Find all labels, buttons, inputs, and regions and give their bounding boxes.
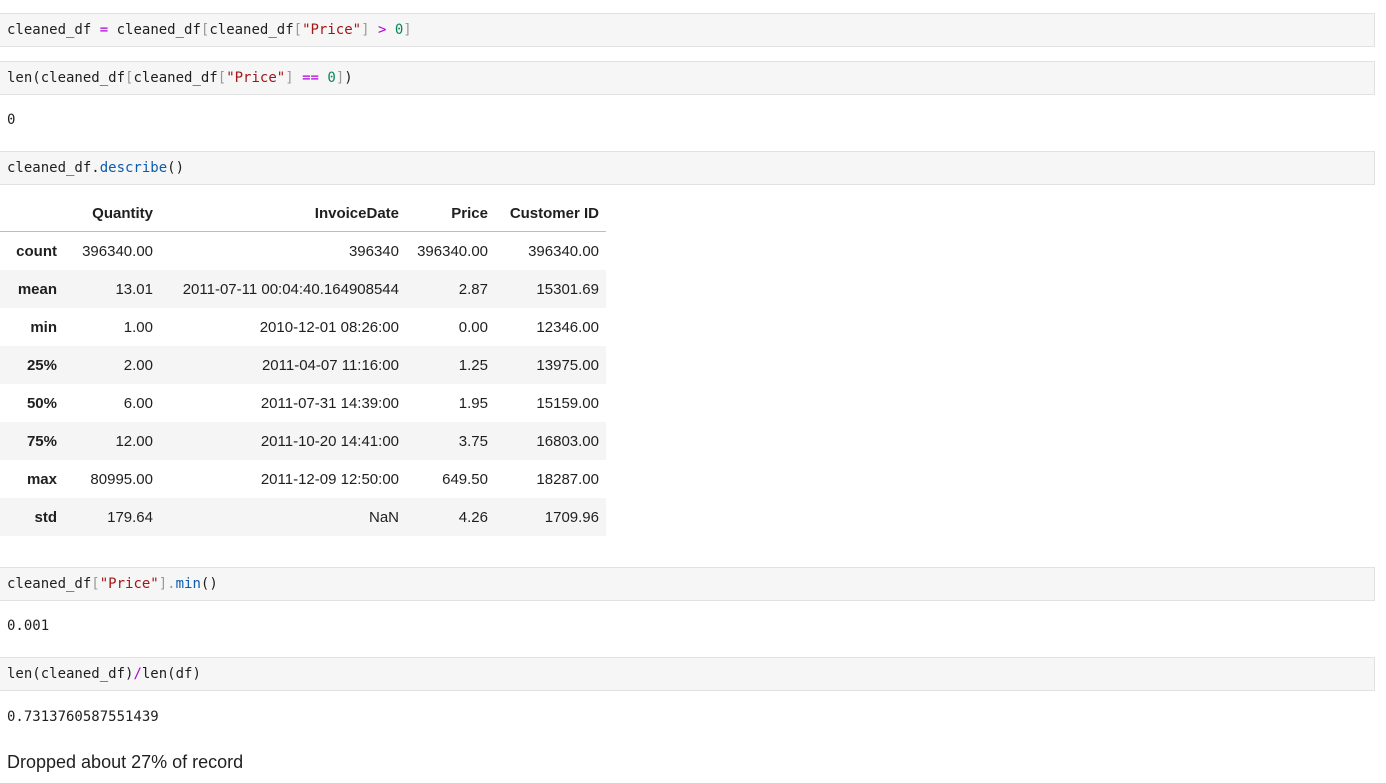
code-token: ] [361,22,370,38]
table-row: 25% 2.00 2011-04-07 11:16:00 1.25 13975.00 [0,346,606,384]
code-token: () [167,160,185,176]
table-cell: 1709.96 [544,508,599,526]
code-token: cleaned_df [209,22,294,38]
code-token: len(cleaned_df) [7,666,134,682]
code-token: ] [335,70,345,86]
code-token: "Price" [99,576,159,592]
code-cell-describe[interactable]: cleaned_df.describe() [0,151,1375,185]
table-cell: 1.25 [458,356,488,374]
table-cell: 13975.00 [536,356,599,374]
table-cell: 2011-12-09 12:50:00 [260,470,399,488]
code-token: == [302,70,319,86]
table-row: 50% 6.00 2011-07-31 14:39:00 1.95 15159.00 [0,384,606,422]
table-row: std 179.64 NaN 4.26 1709.96 [0,498,606,536]
table-row: 75% 12.00 2011-10-20 14:41:00 3.75 16803.00 [0,422,606,460]
code-token: ) [344,70,353,86]
table-cell: 2.87 [458,280,488,298]
table-cell: 396340.00 [528,242,599,260]
table-cell: NaN [368,508,399,526]
row-index: 75% [26,432,57,450]
row-index: max [26,470,57,488]
code-token: [ [91,576,100,592]
code-token: = [99,22,109,38]
table-cell: 3.75 [458,432,488,450]
table-row: min 1.00 2010-12-01 08:26:00 0.00 12346.00 [0,308,606,346]
code-token: cleaned_df [7,576,92,592]
code-token: len(df) [141,666,201,682]
describe-output-table: Quantity InvoiceDate Price Customer ID c… [0,195,606,536]
table-cell: 12346.00 [536,318,599,336]
code-token: cleaned_df [40,70,126,86]
table-cell: 12.00 [115,432,153,450]
column-header: InvoiceDate [160,195,406,232]
code-token: cleaned_df. [7,160,100,176]
row-index: min [30,318,57,336]
code-cell-filter-price[interactable]: cleaned_df = cleaned_df[cleaned_df["Pric… [0,13,1375,47]
table-cell: 1.95 [458,394,488,412]
table-row: max 80995.00 2011-12-09 12:50:00 649.50 1828… [0,460,606,498]
code-token: min [175,576,201,592]
row-index: 25% [26,356,57,374]
code-token: > [377,22,387,38]
row-index: 50% [26,394,57,412]
code-token: ] [403,22,412,38]
column-header: Customer ID [495,195,606,232]
code-token: cleaned_df [133,70,218,86]
code-cell-ratio[interactable]: len(cleaned_df)/len(df) [0,657,1375,691]
code-token: describe [99,160,168,176]
code-token: [ [217,70,227,86]
table-cell: 2010-12-01 08:26:00 [259,318,399,336]
code-token: () [200,576,218,592]
table-cell: 1.00 [123,318,153,336]
table-cell: 396340 [348,242,399,260]
table-cell: 4.26 [458,508,488,526]
code-token: "Price" [302,22,362,38]
table-cell: 2011-07-31 14:39:00 [260,394,399,412]
table-cell: 649.50 [442,470,488,488]
row-index: mean [17,280,57,298]
row-index: count [16,242,57,260]
table-cell: 2011-07-11 00:04:40.164908544 [182,280,399,298]
code-token: ] [285,70,294,86]
table-cell: 396340.00 [82,242,153,260]
table-cell: 2011-04-07 11:16:00 [261,356,399,374]
cell-output: 0 [7,112,16,128]
table-cell: 396340.00 [417,242,488,260]
table-cell: 15159.00 [536,394,599,412]
row-index: std [34,508,58,526]
table-cell: 179.64 [107,508,153,526]
table-cell: 6.00 [123,394,153,412]
code-token: 0 [327,70,336,86]
table-row: mean 13.01 2011-07-11 00:04:40.164908544 2.… [0,270,606,308]
cell-output: 0.001 [7,618,50,634]
code-token: ]. [158,576,176,592]
code-token: cleaned_df [116,22,201,38]
table-cell: 0.00 [458,318,488,336]
table-cell: 18287.00 [536,470,599,488]
column-header: Quantity [64,195,160,232]
table-cell: 80995.00 [90,470,153,488]
table-cell: 16803.00 [536,432,599,450]
index-header [0,195,64,232]
column-header: Price [406,195,495,232]
code-token: cleaned_df [7,22,92,38]
table-cell: 13.01 [115,280,153,298]
table-header-row: Quantity InvoiceDate Price Customer ID [0,195,606,232]
code-token: len( [7,70,41,86]
table-cell: 15301.69 [536,280,599,298]
table-cell: 2011-10-20 14:41:00 [260,432,399,450]
code-token: [ [293,22,303,38]
code-token: / [133,666,142,682]
markdown-note: Dropped about 27% of record [7,752,244,772]
code-cell-count-zero-price[interactable]: len(cleaned_df[cleaned_df["Price"] == 0]… [0,61,1375,95]
table-row: count 396340.00 396340 396340.00 396340.00 [0,232,606,271]
cell-output: 0.7313760587551439 [7,709,159,725]
code-token: "Price" [226,70,286,86]
code-cell-price-min[interactable]: cleaned_df["Price"].min() [0,567,1375,601]
table-cell: 2.00 [123,356,153,374]
